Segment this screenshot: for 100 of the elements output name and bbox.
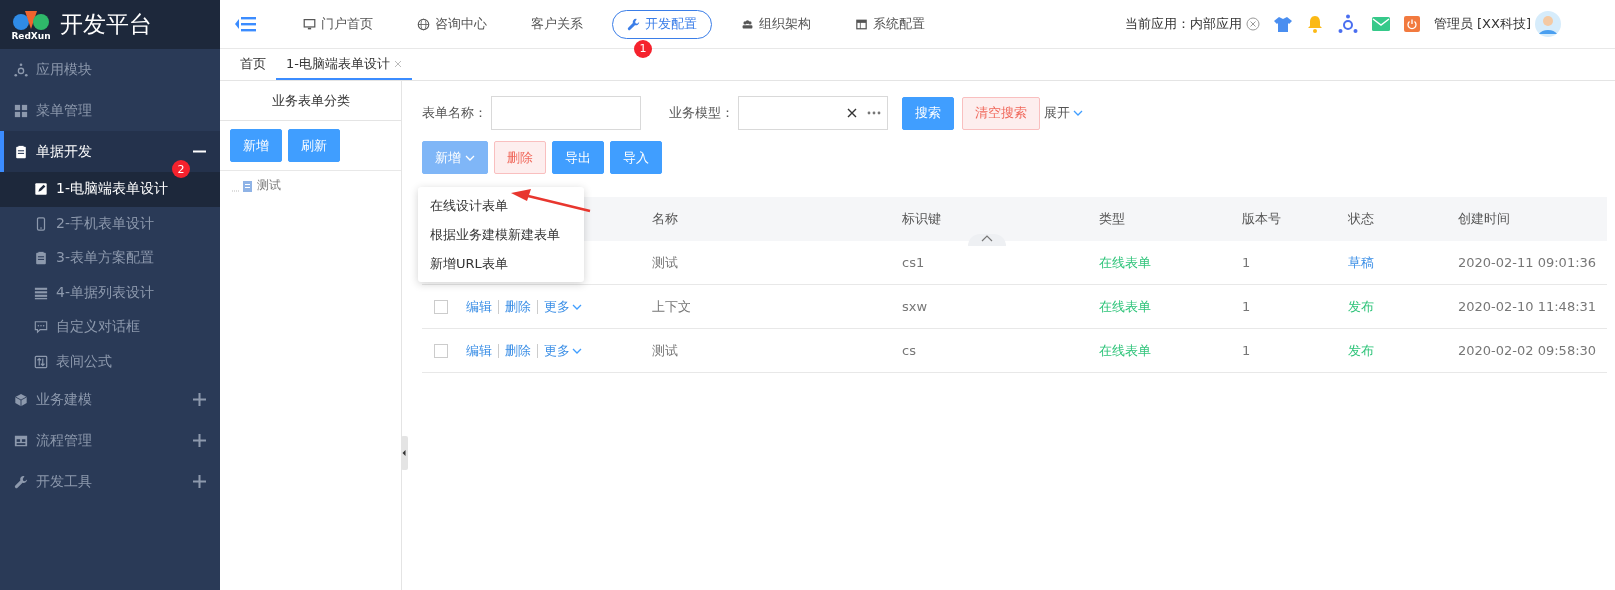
nav-tab[interactable]: 系统配置	[840, 9, 940, 39]
page-tab[interactable]: 首页	[230, 49, 276, 80]
input-field[interactable]	[491, 96, 641, 130]
current-app-label: 当前应用：内部应用	[1124, 15, 1242, 33]
table-cell-text: 在线表单	[1099, 297, 1152, 316]
action-link[interactable]: 编辑	[466, 341, 492, 360]
list-icon	[34, 285, 48, 300]
menu-item[interactable]: 根据业务建模新建表单	[418, 220, 584, 249]
table-cell-text: 1	[1242, 255, 1252, 270]
table-cell-text: cs1	[902, 255, 926, 270]
table-cell-text: 测试	[652, 253, 679, 272]
table-cell-text: 测试	[652, 341, 679, 360]
plus-icon[interactable]	[193, 434, 206, 447]
mail-icon[interactable]	[1371, 17, 1390, 31]
wrench-icon	[14, 474, 28, 489]
avatar-icon[interactable]	[1535, 11, 1561, 37]
phone-icon	[34, 216, 48, 231]
toolbar-button[interactable]: 新增	[422, 141, 488, 174]
sidebar-subitem[interactable]: 1-电脑端表单设计	[0, 172, 220, 207]
toolbar-button[interactable]: 导出	[552, 141, 604, 174]
nav-tab[interactable]: 客户关系	[516, 9, 598, 39]
table-cell-text: 2020-02-11 09:01:36	[1458, 255, 1598, 270]
column-header: 标识键	[902, 210, 942, 228]
plus-icon[interactable]	[193, 393, 206, 406]
panel-title: 业务表单分类	[220, 81, 401, 121]
row-checkbox[interactable]	[434, 299, 448, 314]
sidebar-item[interactable]: 业务建模	[0, 379, 220, 420]
people-icon	[741, 17, 754, 31]
table-cell-text: 1	[1242, 343, 1252, 358]
brand-title: 开发平台	[60, 10, 152, 39]
sidebar-item[interactable]: 流程管理	[0, 420, 220, 461]
close-icon[interactable]	[393, 59, 402, 68]
action-link[interactable]: 删除	[505, 297, 531, 316]
page-tab[interactable]: 1-电脑端表单设计	[276, 49, 412, 80]
input-field[interactable]	[738, 96, 888, 130]
toolbar-button[interactable]: 导入	[610, 141, 662, 174]
chevron-up-icon	[981, 234, 993, 242]
action-link[interactable]: 更多	[544, 297, 582, 316]
sidebar-item[interactable]: 开发工具	[0, 461, 220, 502]
tree-button[interactable]: 刷新	[288, 129, 340, 162]
document-icon	[232, 179, 254, 192]
table-cell-text: 1	[1242, 299, 1252, 314]
column-header: 名称	[652, 210, 679, 228]
more-icon[interactable]	[867, 111, 881, 115]
table-cell-text: 在线表单	[1099, 341, 1152, 360]
chat-icon	[34, 320, 48, 335]
row-checkbox[interactable]	[434, 343, 448, 358]
action-link[interactable]: 编辑	[466, 297, 492, 316]
toolbar-button[interactable]: 删除	[494, 141, 546, 174]
splitter-handle[interactable]	[401, 436, 408, 470]
expand-link[interactable]: 展开	[1044, 104, 1083, 122]
clear-search-button[interactable]: 清空搜索	[962, 96, 1040, 130]
nav-tab[interactable]: 组织架构	[726, 9, 826, 39]
search-button[interactable]: 搜索	[902, 96, 954, 130]
chevron-down-icon	[1073, 108, 1083, 118]
cube-icon	[14, 392, 28, 407]
table-cell-text: cs	[902, 343, 917, 358]
user-name[interactable]: 管理员 [XX科技]	[1433, 15, 1531, 33]
sidebar-item[interactable]: 菜单管理	[0, 90, 220, 131]
globe-icon	[417, 17, 430, 31]
sidebar-subitem[interactable]: 4-单据列表设计	[0, 275, 220, 310]
menu-item[interactable]: 在线设计表单	[418, 191, 584, 220]
nav-tab[interactable]: 咨询中心	[402, 9, 502, 39]
logo-icon	[11, 8, 51, 31]
table-cell-text: 2020-02-02 09:58:30	[1458, 343, 1598, 358]
tree-button[interactable]: 新增	[230, 129, 282, 162]
plus-icon[interactable]	[193, 475, 206, 488]
window-icon	[14, 433, 28, 448]
formula-icon	[34, 354, 48, 369]
action-link[interactable]: 删除	[505, 341, 531, 360]
wrench-icon	[627, 17, 640, 31]
power-icon[interactable]	[1403, 16, 1420, 32]
menu-item[interactable]: 新增URL表单	[418, 249, 584, 278]
action-link[interactable]: 更多	[544, 341, 582, 360]
status-text: 草稿	[1348, 253, 1375, 272]
nav-tab[interactable]: 门户首页	[288, 9, 388, 39]
clear-icon[interactable]	[847, 108, 857, 118]
sidebar-subitem[interactable]: 2-手机表单设计	[0, 206, 220, 241]
sidebar-item[interactable]: 应用模块	[0, 49, 220, 90]
shirt-icon[interactable]	[1273, 16, 1292, 32]
grid-icon	[14, 103, 28, 118]
column-header: 类型	[1099, 210, 1126, 228]
notification-badge: 1	[634, 39, 652, 58]
column-header: 创建时间	[1458, 210, 1511, 228]
sidebar-subitem[interactable]: 表间公式	[0, 344, 220, 379]
field-label: 业务模型：	[669, 104, 734, 122]
tree-node[interactable]: 测试	[257, 177, 281, 194]
column-header: 状态	[1348, 210, 1375, 228]
hub-icon	[14, 62, 28, 77]
logo-text: RedXun	[11, 30, 51, 41]
menu-icon[interactable]	[234, 15, 256, 33]
sidebar-subitem[interactable]: 自定义对话框	[0, 310, 220, 345]
field-label: 表单名称：	[422, 104, 487, 122]
status-text: 发布	[1348, 297, 1375, 316]
column-header: 版本号	[1242, 210, 1282, 228]
table-cell-text: sxw	[902, 299, 929, 314]
sidebar-subitem[interactable]: 3-表单方案配置	[0, 241, 220, 276]
table-cell-text: 2020-02-10 11:48:31	[1458, 299, 1598, 314]
close-icon[interactable]	[1245, 17, 1260, 31]
hub-icon[interactable]	[1337, 14, 1358, 34]
